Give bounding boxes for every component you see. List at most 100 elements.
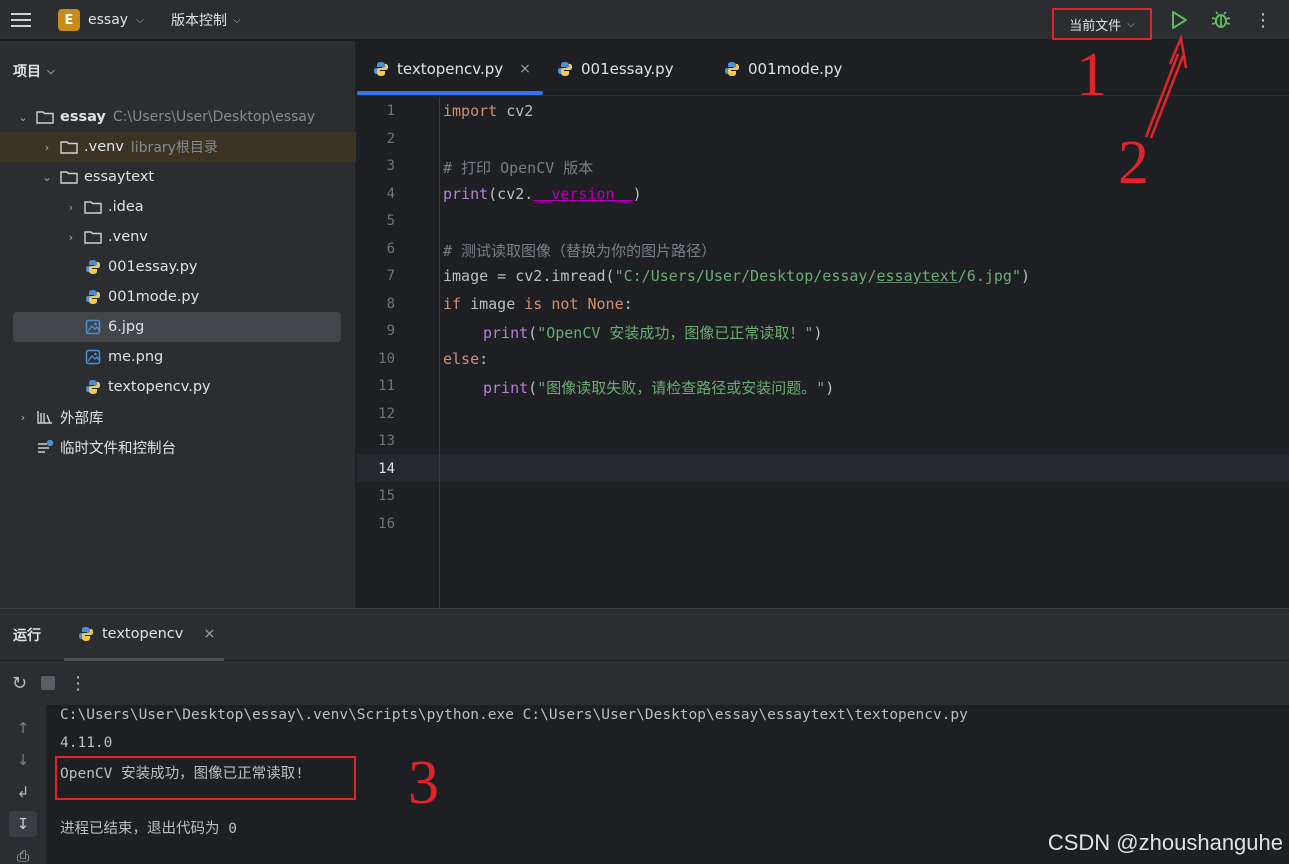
vcs-menu[interactable]: 版本控制 ⌵ — [171, 0, 241, 40]
code-line-4: print(cv2.__version__) — [443, 185, 642, 203]
folder-icon — [84, 229, 102, 245]
chevron-right-icon[interactable]: › — [16, 411, 30, 424]
run-button[interactable] — [1168, 0, 1190, 40]
current-line-highlight — [357, 454, 1289, 482]
more-vertical-icon[interactable]: ⋮ — [69, 673, 87, 694]
chevron-down-icon: ⌵ — [1127, 18, 1135, 30]
run-config-selector[interactable]: 当前文件 ⌵ — [1052, 8, 1152, 40]
console-line: C:\Users\User\Desktop\essay\.venv\Script… — [60, 707, 968, 723]
tab-001mode[interactable]: 001mode.py — [724, 41, 842, 96]
code-line-1: import cv2 — [443, 102, 534, 120]
run-title: 运行 — [13, 628, 41, 644]
run-tool-window: 运行 textopencv × ↻ ⋮ ↑ ↓ ↲ ↧ ⎙ C:\Users\U… — [0, 608, 1289, 864]
tree-item-hint: library根目录 — [130, 140, 218, 156]
tree-item-essay[interactable]: ⌄ essay C:\Users\User\Desktop\essay — [0, 102, 356, 132]
tab-label: 001mode.py — [748, 59, 843, 78]
project-badge: E — [58, 9, 80, 31]
line-number: 8 — [386, 296, 395, 312]
tree-item-scratches[interactable]: 临时文件和控制台 — [0, 432, 356, 462]
chevron-right-icon[interactable]: › — [64, 231, 78, 244]
rerun-icon[interactable]: ↻ — [12, 673, 27, 694]
print-icon[interactable]: ⎙ — [9, 843, 37, 864]
hamburger-menu-icon[interactable] — [10, 0, 32, 40]
image-file-icon — [84, 319, 102, 335]
run-tab-textopencv[interactable]: textopencv × — [64, 609, 224, 661]
arrow-up-icon[interactable]: ↑ — [9, 715, 37, 741]
sidebar-title: 项目 — [13, 64, 41, 80]
folder-icon — [36, 109, 54, 125]
sidebar-header[interactable]: 项目 ⌵ — [0, 41, 355, 101]
tree-item-label: me.png — [108, 349, 164, 365]
annotation-number-2: 2 — [1118, 129, 1149, 197]
tab-label: textopencv.py — [397, 59, 504, 78]
chevron-right-icon[interactable]: › — [64, 201, 78, 214]
run-side-toolbar: ↑ ↓ ↲ ↧ ⎙ — [0, 705, 46, 864]
code-line-10: else: — [443, 350, 489, 368]
tree-item-path: C:\Users\User\Desktop\essay — [112, 109, 316, 125]
tree-item-001mode[interactable]: 001mode.py — [0, 282, 356, 312]
code-line-9: print("OpenCV 安装成功，图像已正常读取！") — [483, 324, 823, 342]
folder-icon — [84, 199, 102, 215]
tree-item-001essay[interactable]: 001essay.py — [0, 252, 356, 282]
watermark: CSDN @zhoushanguhe — [1047, 830, 1283, 855]
python-file-icon — [84, 379, 102, 395]
chevron-down-icon: ⌵ — [233, 14, 241, 26]
line-number-current: 14 — [378, 461, 395, 477]
console-line: 进程已结束，退出代码为 0 — [60, 821, 237, 837]
tree-item-label: textopencv.py — [108, 379, 211, 395]
bug-icon — [1211, 11, 1231, 28]
line-number: 12 — [378, 406, 395, 422]
line-number: 2 — [386, 131, 395, 147]
tree-item-textopencv[interactable]: textopencv.py — [0, 372, 356, 402]
soft-wrap-icon[interactable]: ↲ — [9, 779, 37, 805]
code-line-11: print("图像读取失败，请检查路径或安装问题。") — [483, 379, 835, 397]
line-number: 4 — [386, 186, 395, 202]
tree-item-idea[interactable]: › .idea — [0, 192, 356, 222]
tree-item-essaytext[interactable]: ⌄ essaytext — [0, 162, 356, 192]
close-icon[interactable]: × — [203, 626, 215, 642]
tree-item-venv-root[interactable]: › .venv library根目录 — [0, 132, 356, 162]
tree-item-label: essaytext — [84, 169, 155, 185]
line-number: 10 — [378, 351, 395, 367]
chevron-down-icon[interactable]: ⌄ — [16, 111, 30, 124]
arrow-down-icon[interactable]: ↓ — [9, 747, 37, 773]
tree-item-mepng[interactable]: me.png — [0, 342, 356, 372]
line-number: 9 — [386, 323, 395, 339]
run-tab-label: textopencv — [102, 625, 184, 642]
python-file-icon — [725, 61, 739, 76]
play-icon — [1172, 11, 1187, 29]
tree-item-label: essay — [60, 109, 106, 125]
tab-001essay[interactable]: 001essay.py — [557, 41, 674, 96]
python-file-icon — [374, 61, 388, 76]
run-header: 运行 textopencv × — [0, 609, 1289, 661]
annotation-number-1: 1 — [1076, 41, 1107, 109]
scroll-to-end-icon[interactable]: ↧ — [9, 811, 37, 837]
tab-textopencv[interactable]: textopencv.py × — [373, 41, 531, 96]
line-number: 3 — [386, 158, 395, 174]
line-number: 6 — [386, 241, 395, 257]
line-number: 16 — [378, 516, 395, 532]
code-line-8: if image is not None: — [443, 295, 633, 313]
chevron-right-icon[interactable]: › — [40, 141, 54, 154]
project-switcher[interactable]: E essay ⌵ — [58, 0, 144, 40]
tree-item-6jpg[interactable]: 6.jpg — [13, 312, 341, 342]
python-file-icon — [79, 626, 93, 641]
tree-item-external-libs[interactable]: › 外部库 — [0, 402, 356, 432]
python-file-icon — [558, 61, 572, 76]
tree-item-label: 6.jpg — [108, 319, 145, 335]
annotation-box-3 — [55, 756, 356, 800]
debug-button[interactable] — [1210, 0, 1232, 40]
active-tab-indicator — [357, 91, 543, 95]
chevron-down-icon[interactable]: ⌄ — [40, 171, 54, 184]
more-vertical-icon[interactable]: ⋮ — [1254, 0, 1272, 40]
line-number: 1 — [386, 103, 395, 119]
close-icon[interactable]: × — [519, 61, 531, 77]
stop-icon[interactable] — [41, 676, 56, 690]
line-number: 11 — [378, 378, 395, 394]
code-line-3: # 打印 OpenCV 版本 — [443, 159, 594, 177]
code-editor[interactable]: 1 2 3 4 5 6 7 8 9 10 11 12 13 14 15 16 i… — [357, 97, 1289, 608]
tree-item-label: 外部库 — [60, 410, 104, 427]
tree-item-venv[interactable]: › .venv — [0, 222, 356, 252]
main-toolbar: E essay ⌵ 版本控制 ⌵ 当前文件 ⌵ ⋮ — [0, 0, 1289, 40]
run-actions-bar: ↻ ⋮ — [0, 661, 1289, 705]
